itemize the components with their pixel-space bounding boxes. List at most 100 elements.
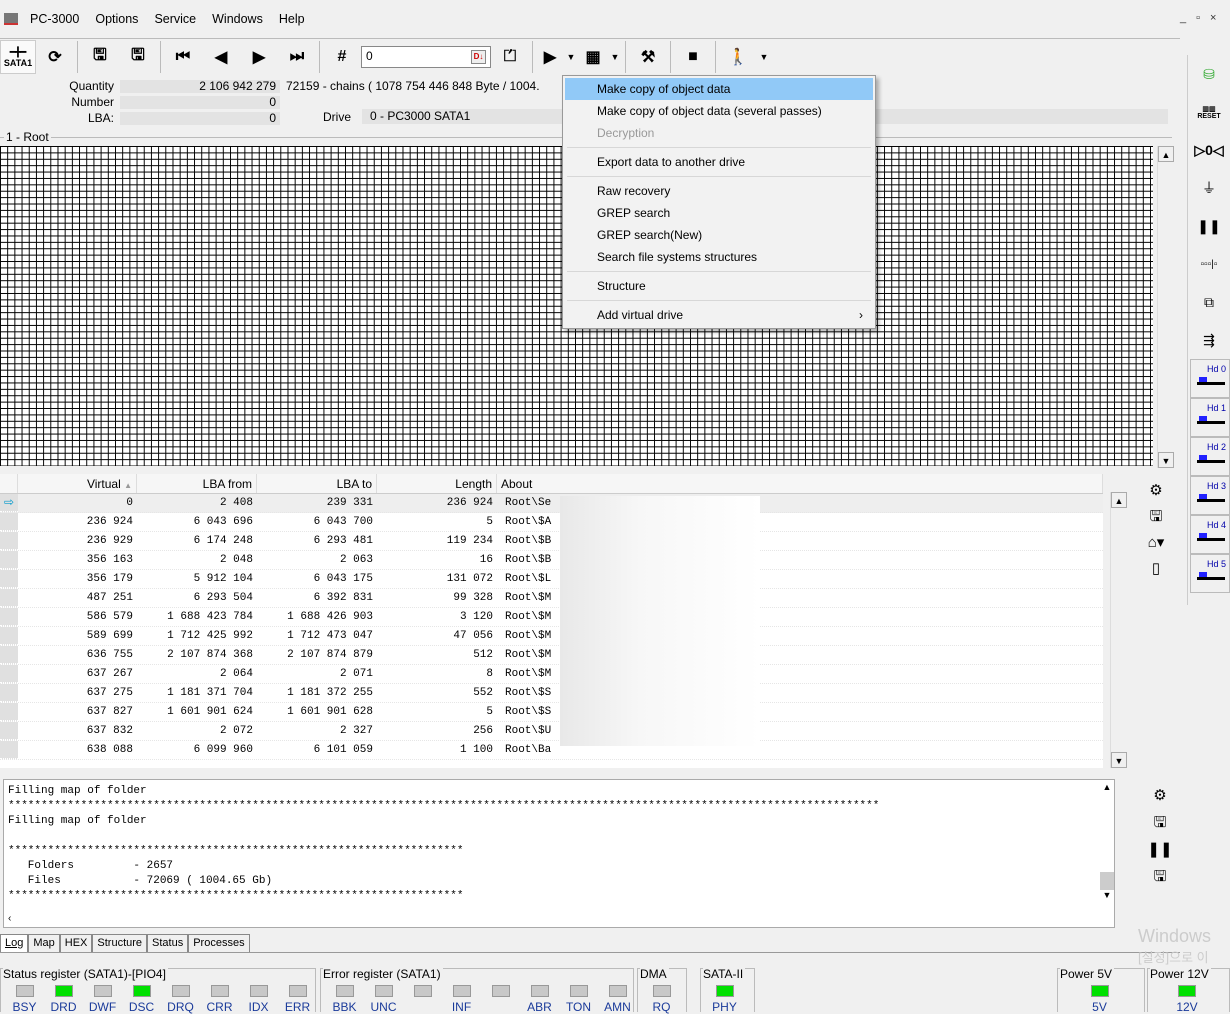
tools-icon[interactable]: ⚒ [629,40,667,74]
row-header[interactable] [0,741,18,759]
save-as-icon[interactable]: 🖫 [1145,863,1175,890]
menu-service[interactable]: Service [146,12,204,26]
play-dropdown-icon[interactable]: ▼ [564,40,578,74]
table-scrollbar[interactable]: ▲ ▼ [1110,492,1127,768]
row-header[interactable] [0,532,18,550]
grid-icon[interactable]: ▦ [578,40,608,74]
pause-icon[interactable]: ❚❚ [1145,836,1175,863]
exit-dropdown-icon[interactable]: ▼ [757,40,771,74]
registers-icon[interactable]: ▫▫▫|▫ [1188,245,1230,283]
settings-icon[interactable]: ⚙ [1136,478,1176,504]
table-row[interactable]: 586 579 1 688 423 784 1 688 426 903 3 120 Ro… [0,608,1103,627]
grid-dropdown-icon[interactable]: ▼ [608,40,622,74]
row-header[interactable] [0,608,18,626]
decimal-toggle-button[interactable]: D↓ [471,50,486,64]
col-lba-to[interactable]: LBA to [257,474,377,493]
head-button-5[interactable]: Hd 5 [1190,554,1230,593]
menu-item-grep-search-new[interactable]: GREP search(New) [565,224,873,246]
power-switch-icon[interactable]: ⏚ [1188,169,1230,207]
stop-icon[interactable]: ■ [674,40,712,74]
table-row[interactable]: 637 267 2 064 2 071 8 Root\$M [0,665,1103,684]
col-virtual[interactable]: Virtual ▲ [18,474,137,493]
menu-help[interactable]: Help [271,12,313,26]
pause-icon[interactable]: ❚❚ [1188,207,1230,245]
scroll-up-icon[interactable]: ▲ [1158,146,1174,162]
restore-button[interactable]: ▫ [1196,12,1200,24]
head-button-1[interactable]: Hd 1 [1190,398,1230,437]
menu-item-make-copy-of-object-data-several-passes[interactable]: Make copy of object data (several passes… [565,100,873,122]
close-button[interactable]: × [1210,12,1216,24]
menu-item-structure[interactable]: Structure [565,275,873,297]
head-button-0[interactable]: Hd 0 [1190,359,1230,398]
menu-item-export-data-to-another-drive[interactable]: Export data to another drive [565,151,873,173]
head-button-3[interactable]: Hd 3 [1190,476,1230,515]
sata-port-button[interactable]: ━╋━ SATA1 [0,40,36,74]
menu-item-search-file-systems-structures[interactable]: Search file systems structures [565,246,873,268]
scroll-down-icon[interactable]: ▼ [1158,452,1174,468]
table-row[interactable]: 636 755 2 107 874 368 2 107 874 879 512 Root… [0,646,1103,665]
head-button-2[interactable]: Hd 2 [1190,437,1230,476]
zero-icon[interactable]: ▷0◁ [1188,131,1230,169]
row-header[interactable] [0,513,18,531]
prev-icon[interactable]: ◀ [202,40,240,74]
col-lba-from[interactable]: LBA from [137,474,257,493]
connector-icon[interactable]: ⇶ [1188,321,1230,359]
table-row[interactable]: 637 275 1 181 371 704 1 181 372 255 552 Root… [0,684,1103,703]
refresh-icon[interactable]: ⟳ [36,40,74,74]
tab-map[interactable]: Map [28,934,60,952]
row-header[interactable] [0,646,18,664]
document-icon[interactable]: ▯ [1136,556,1176,582]
row-header[interactable] [0,665,18,683]
map-scrollbar[interactable]: ▲ ▼ [1157,146,1174,468]
tab-structure[interactable]: Structure [92,934,148,952]
reset-icon[interactable]: ▥▥ RESET [1188,93,1230,131]
col-length[interactable]: Length [377,474,497,493]
copy-pages-icon[interactable]: ⧉ [1188,283,1230,321]
menu-item-raw-recovery[interactable]: Raw recovery [565,180,873,202]
scroll-up-icon[interactable]: ▲ [1111,492,1127,508]
row-header[interactable] [0,684,18,702]
menu-item-make-copy-of-object-data[interactable]: Make copy of object data [565,78,873,100]
row-header[interactable]: ⇨ [0,494,18,512]
table-row[interactable]: 236 924 6 043 696 6 043 700 5 Root\$A [0,513,1103,532]
play-icon[interactable]: ▶ [536,40,564,74]
row-header[interactable] [0,627,18,645]
first-icon[interactable]: ⏮ [164,40,202,74]
col-about[interactable]: About [497,474,1103,493]
save-icon[interactable]: 🖫 [1145,809,1175,836]
row-header[interactable] [0,722,18,740]
tab-status[interactable]: Status [147,934,189,952]
table-row[interactable]: 356 163 2 048 2 063 16 Root\$B [0,551,1103,570]
number-input[interactable]: 0 D↓ [361,46,491,68]
table-row[interactable]: 637 832 2 072 2 327 256 Root\$U [0,722,1103,741]
row-header[interactable] [0,570,18,588]
table-row[interactable]: 356 179 5 912 104 6 043 175 131 072 Root\$L [0,570,1103,589]
filter-icon[interactable]: ⏍ [491,40,529,74]
exit-icon[interactable]: 🚶 [719,40,757,74]
last-icon[interactable]: ⏭ [278,40,316,74]
head-button-4[interactable]: Hd 4 [1190,515,1230,554]
log-scroll-left-icon[interactable]: ‹ [8,913,11,924]
menu-windows[interactable]: Windows [204,12,271,26]
load-icon[interactable]: 🖫 [81,40,119,74]
copy-drive-icon[interactable]: ⛁ [1188,55,1230,93]
table-row[interactable]: ⇨ 0 2 408 239 331 236 924 Root\Se [0,494,1103,513]
table-row[interactable]: 638 088 6 099 960 6 101 059 1 100 Root\Ba [0,741,1103,760]
settings-icon[interactable]: ⚙ [1145,782,1175,809]
tab-processes[interactable]: Processes [188,934,250,952]
menu-options[interactable]: Options [87,12,146,26]
menu-item-grep-search[interactable]: GREP search [565,202,873,224]
table-row[interactable]: 487 251 6 293 504 6 392 831 99 328 Root\$M [0,589,1103,608]
save-icon[interactable]: 🖫 [119,40,157,74]
table-row[interactable]: 236 929 6 174 248 6 293 481 119 234 Root\$B [0,532,1103,551]
save-icon[interactable]: 🖫 [1136,504,1176,530]
row-header[interactable] [0,589,18,607]
minimize-button[interactable]: _ [1180,12,1186,24]
tab-log[interactable]: Log [0,934,29,952]
row-header[interactable] [0,703,18,721]
table-row[interactable]: 589 699 1 712 425 992 1 712 473 047 47 056 R… [0,627,1103,646]
drive-icon[interactable]: ⌂▾ [1136,530,1176,556]
goto-number-icon[interactable]: # [323,40,361,74]
row-header[interactable] [0,551,18,569]
tab-hex[interactable]: HEX [59,934,93,952]
